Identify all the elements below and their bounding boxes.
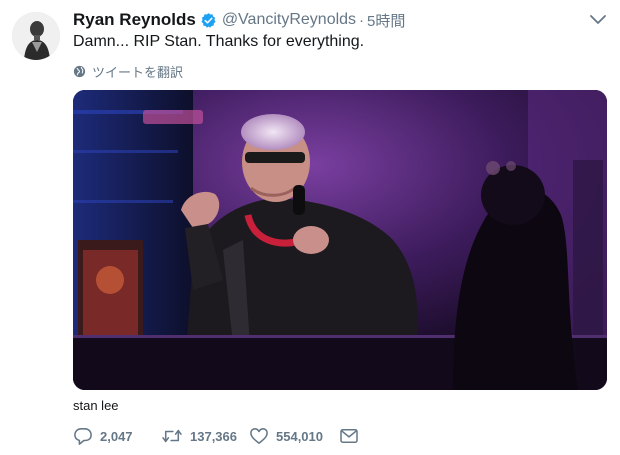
verified-badge-icon bbox=[200, 12, 217, 29]
reply-count: 2,047 bbox=[100, 428, 133, 444]
separator-dot: · bbox=[359, 11, 365, 29]
envelope-icon bbox=[339, 428, 359, 444]
retweet-count: 137,366 bbox=[190, 428, 237, 444]
heart-icon bbox=[249, 427, 269, 445]
media-caption: stan lee bbox=[73, 398, 119, 413]
chevron-down-icon[interactable] bbox=[588, 12, 608, 28]
tweet-text: Damn... RIP Stan. Thanks for everything. bbox=[73, 33, 365, 50]
reply-icon bbox=[73, 427, 93, 445]
translate-link[interactable]: ツイートを翻訳 bbox=[73, 62, 183, 81]
author-handle[interactable]: @VancityReynolds bbox=[222, 11, 356, 29]
tweet-media[interactable] bbox=[73, 90, 607, 390]
tweet-header: Ryan Reynolds @VancityReynolds · 5時間 bbox=[73, 9, 405, 31]
like-count: 554,010 bbox=[276, 428, 323, 444]
like-button[interactable]: 554,010 bbox=[249, 427, 339, 445]
author-name[interactable]: Ryan Reynolds bbox=[73, 10, 196, 30]
timestamp[interactable]: 5時間 bbox=[367, 10, 405, 31]
reply-button[interactable]: 2,047 bbox=[73, 427, 161, 445]
retweet-button[interactable]: 137,366 bbox=[161, 427, 249, 445]
tweet-card: Ryan Reynolds @VancityReynolds · 5時間 Dam… bbox=[0, 0, 620, 455]
tweet-actions: 2,047 137,366 554,010 bbox=[73, 426, 359, 446]
translate-label: ツイートを翻訳 bbox=[92, 65, 184, 80]
globe-icon bbox=[73, 65, 86, 78]
avatar[interactable] bbox=[12, 12, 60, 60]
direct-message-button[interactable] bbox=[339, 428, 359, 444]
retweet-icon bbox=[161, 427, 183, 445]
